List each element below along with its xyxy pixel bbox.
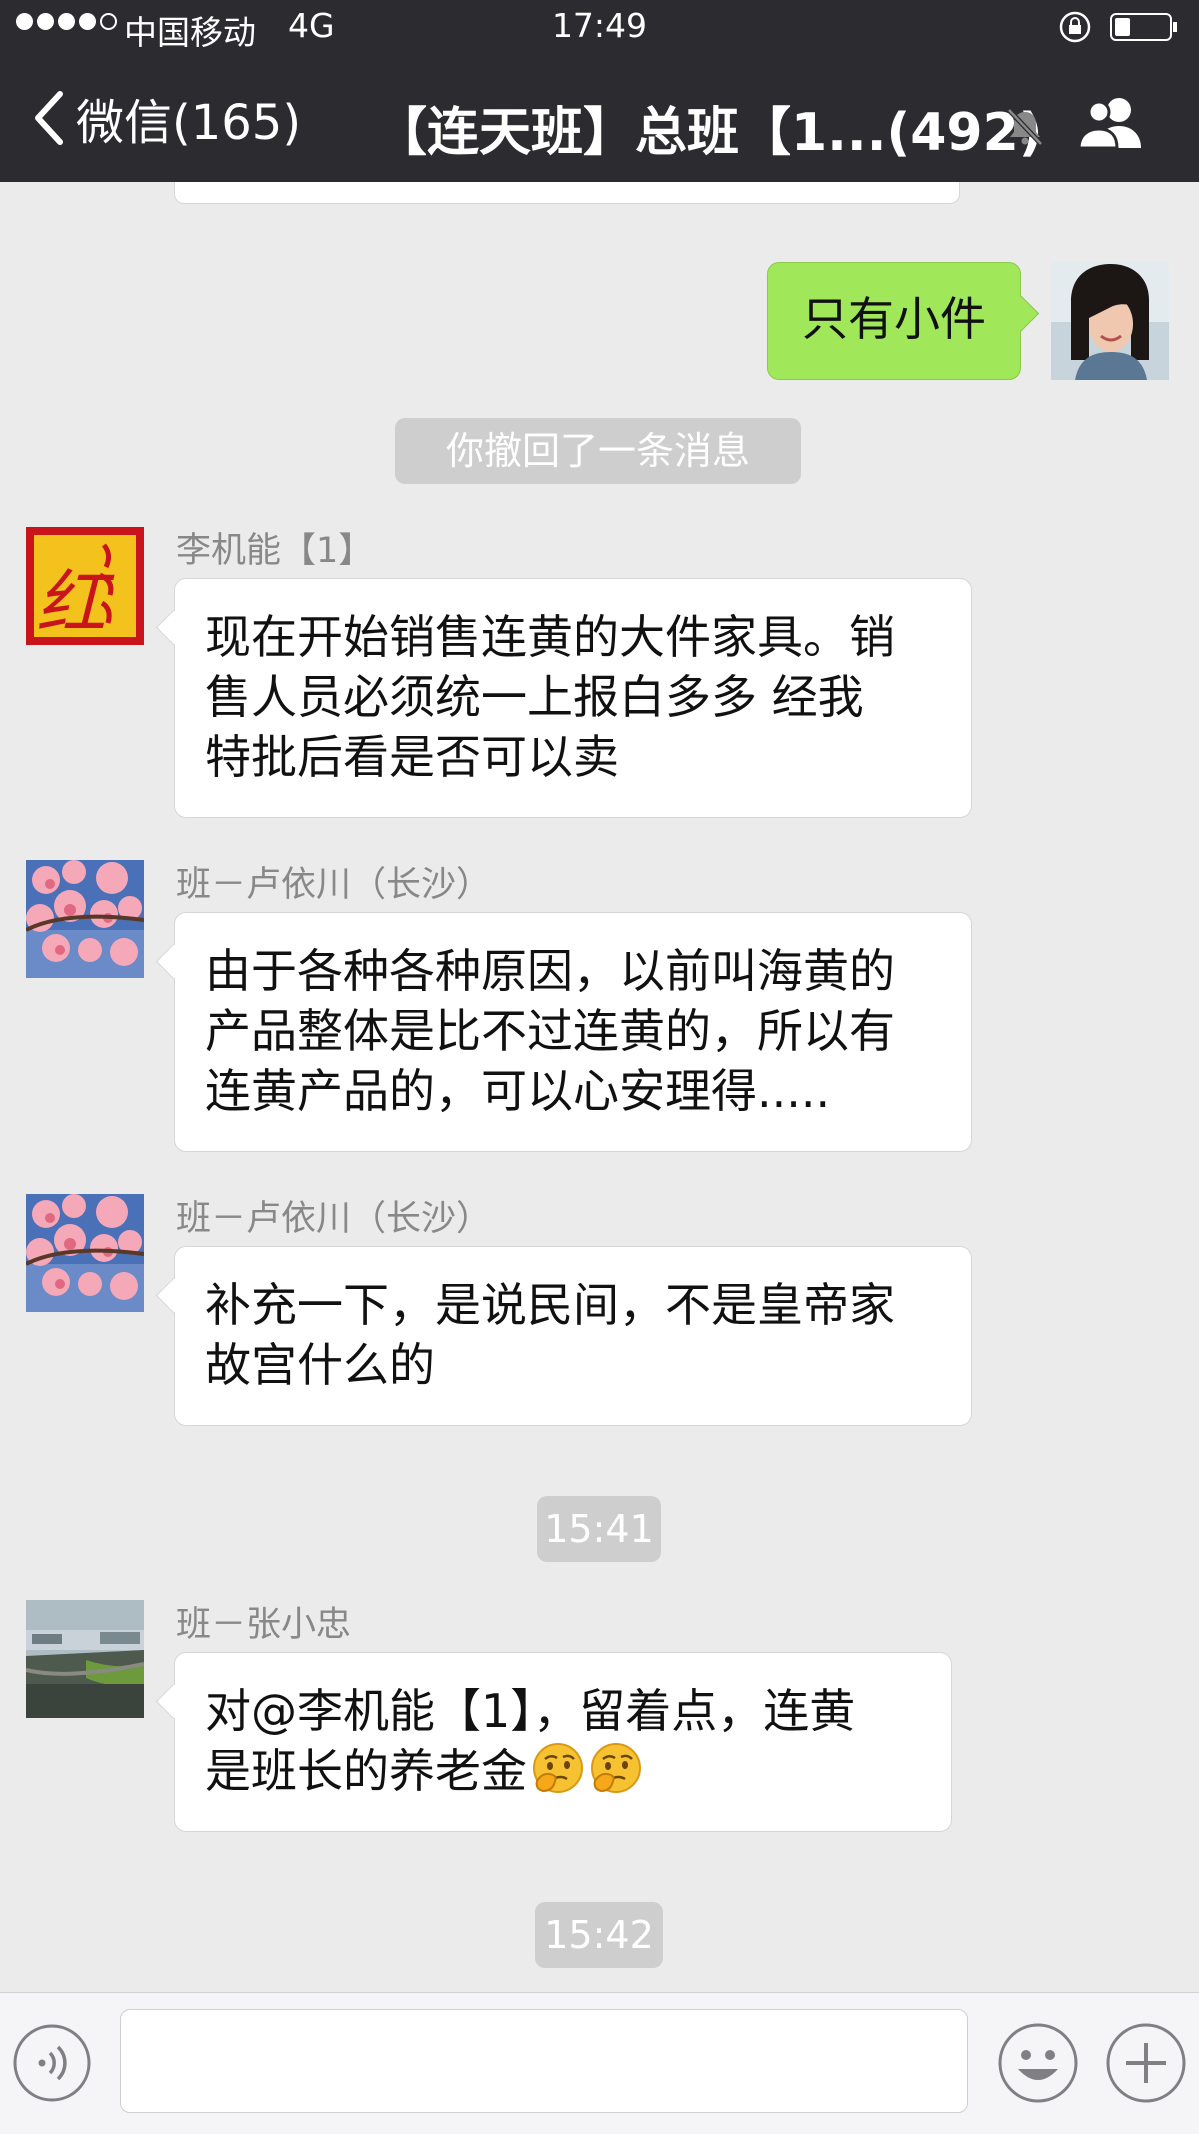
message-line: 故宫什么的 [205, 1338, 435, 1392]
message-text: 是班长的养老金 [205, 1744, 527, 1798]
message-bubble[interactable]: 补充一下，是说民间，不是皇帝家 故宫什么的 [174, 1246, 972, 1426]
battery-icon [1110, 13, 1177, 41]
message-bubble[interactable]: 对@李机能【1】，留着点，连黄 是班长的养老金 [174, 1652, 952, 1832]
timestamp-divider: 15:42 [535, 1902, 663, 1968]
thinking-face-icon [533, 1743, 583, 1793]
message-line: 对@李机能【1】，留着点，连黄 [205, 1681, 921, 1741]
partial-message-bubble [174, 182, 960, 204]
airport-landscape-avatar [26, 1600, 144, 1718]
red-calligraphy-logo-avatar: 红 [26, 527, 144, 645]
emoji-picker-button[interactable] [996, 2021, 1080, 2105]
sender-name: 班－张小忠 [176, 1605, 352, 1645]
chat-nav-bar: 微信(165) 【连天班】总班【1...(492) [0, 54, 1199, 182]
sender-name: 李机能【1】 [176, 531, 374, 571]
thinking-face-icon [591, 1743, 641, 1793]
message-line: 产品整体是比不过连黄的，所以有 [205, 1004, 895, 1058]
chat-title: 【连天班】总班【1...(492) [375, 103, 1043, 163]
sender-avatar-li-jineng[interactable]: 红 [26, 527, 144, 645]
mute-bell-icon [1007, 108, 1043, 146]
self-message-bubble[interactable]: 只有小件 [767, 262, 1021, 380]
message-bubble[interactable]: 由于各种各种原因，以前叫海黄的 产品整体是比不过连黄的，所以有 连黄产品的，可以… [174, 912, 972, 1152]
message-line: 连黄产品的，可以心安理得..... [205, 1064, 831, 1118]
message-input[interactable] [120, 2009, 968, 2113]
message-line: 现在开始销售连黄的大件家具。销 [205, 610, 895, 664]
message-line: 由于各种各种原因，以前叫海黄的 [205, 944, 895, 998]
chevron-left-icon [35, 91, 63, 145]
recall-notice: 你撤回了一条消息 [395, 418, 801, 484]
timestamp-divider: 15:41 [537, 1496, 661, 1562]
message-text: 对@李机能【1】，留着点，连黄 [205, 1684, 856, 1738]
chat-input-bar [0, 1992, 1199, 2134]
sender-name: 班－卢依川（长沙） [176, 1199, 492, 1239]
status-bar: 中国移动 4G 17:49 [0, 0, 1199, 54]
chat-message-list[interactable]: 只有小件 你撤回了一条消息 红 李机能【1】 现在开始销售连黄的大件家具。销 售… [0, 182, 1199, 1992]
message-line: 是班长的养老金 [205, 1741, 921, 1801]
sender-avatar-zhang-xiaozhong[interactable] [26, 1600, 144, 1718]
message-line: 特批后看是否可以卖 [205, 730, 619, 784]
message-bubble[interactable]: 现在开始销售连黄的大件家具。销 售人员必须统一上报白多多 经我 特批后看是否可以… [174, 578, 972, 818]
sender-name: 班－卢依川（长沙） [176, 865, 492, 905]
back-button[interactable]: 微信(165) [30, 88, 301, 151]
status-time: 17:49 [551, 6, 648, 45]
message-line: 售人员必须统一上报白多多 经我 [205, 670, 864, 724]
cherry-blossom-avatar [26, 860, 144, 978]
message-line: 补充一下，是说民间，不是皇帝家 [205, 1278, 895, 1332]
woman-portrait-avatar [1051, 262, 1169, 380]
back-label: 微信(165) [76, 95, 302, 151]
sender-avatar-lu-yichuan[interactable] [26, 860, 144, 978]
voice-input-button[interactable] [12, 2023, 92, 2103]
rotation-lock-icon [1059, 11, 1091, 43]
self-avatar[interactable] [1051, 262, 1169, 380]
more-options-plus-button[interactable] [1104, 2021, 1188, 2105]
self-message-text: 只有小件 [802, 292, 986, 346]
group-info-icon[interactable] [1075, 92, 1147, 152]
sender-avatar-lu-yichuan[interactable] [26, 1194, 144, 1312]
cherry-blossom-avatar [26, 1194, 144, 1312]
